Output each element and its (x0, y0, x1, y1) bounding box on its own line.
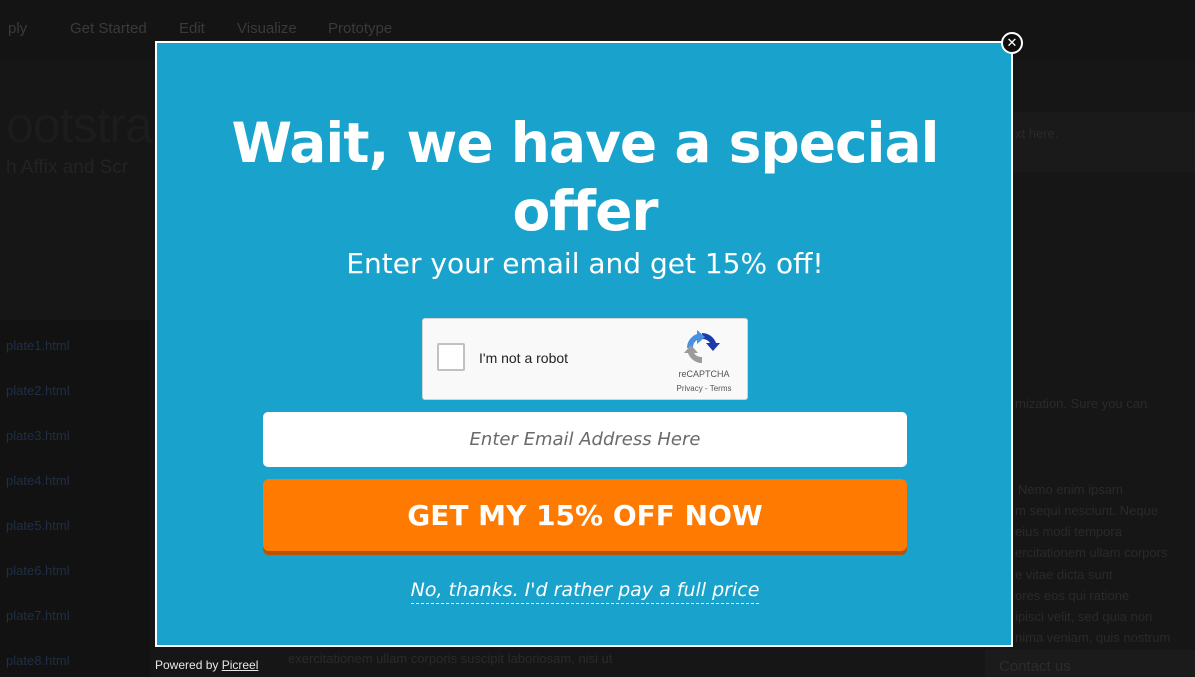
background-link: plate4.html (6, 473, 70, 488)
background-text: eius modi tempora (1015, 524, 1122, 539)
close-icon: ✕ (1006, 35, 1018, 51)
background-text: xt here. (1015, 126, 1059, 141)
background-link: plate8.html (6, 653, 70, 668)
background-link: plate1.html (6, 338, 70, 353)
background-link: plate5.html (6, 518, 70, 533)
nav-item: Prototype (328, 20, 393, 37)
nav-item: ply (8, 20, 28, 37)
get-discount-button[interactable]: GET MY 15% OFF NOW (263, 479, 907, 551)
background-link: plate7.html (6, 608, 70, 623)
background-text: Nemo enim ipsam (1018, 482, 1123, 497)
recaptcha-terms-link[interactable]: Privacy - Terms (669, 384, 739, 393)
background-link: plate3.html (6, 428, 70, 443)
nav-item: Visualize (237, 20, 297, 37)
background-text: exercitationem ullam corporis suscipit l… (288, 651, 613, 666)
background-title: ootstra (6, 97, 153, 153)
close-button[interactable]: ✕ (1001, 32, 1023, 54)
background-text: nima veniam, quis nostrum (1015, 630, 1171, 645)
recaptcha-icon (684, 330, 720, 363)
recaptcha-brand: reCAPTCHA (678, 369, 730, 379)
background-link: plate6.html (6, 563, 70, 578)
background-text: e vitae dicta sunt (1015, 567, 1113, 582)
background-text: ores eos qui ratione (1015, 588, 1130, 603)
background-subtitle: h Affix and Scr (6, 157, 129, 178)
contact-label: Contact us (999, 658, 1071, 675)
background-sidebar (0, 320, 150, 677)
offer-popup: Wait, we have a special offer Enter your… (155, 41, 1013, 647)
recaptcha-label: I'm not a robot (479, 350, 569, 366)
decline-link[interactable]: No, thanks. I'd rather pay a full price (410, 579, 760, 604)
background-text: m sequi nesciunt. Neque (1015, 503, 1159, 518)
nav-item: Edit (179, 20, 205, 37)
nav-item: Get Started (70, 20, 147, 37)
background-text: mization. Sure you can (1015, 396, 1148, 411)
decline-container: No, thanks. I'd rather pay a full price (263, 579, 907, 604)
popup-headline: Wait, we have a special offer (231, 111, 940, 243)
background-contact-header: Contact us (985, 650, 1195, 677)
background-text: ipisci velit, sed quia non (1015, 609, 1153, 624)
powered-by: Powered by Picreel (155, 658, 258, 672)
picreel-link[interactable]: Picreel (222, 658, 259, 672)
powered-prefix: Powered by (155, 658, 219, 672)
background-text: ercitationem ullam corpors (1015, 545, 1168, 560)
recaptcha-checkbox[interactable] (437, 343, 465, 371)
popup-subheadline: Enter your email and get 15% off! (346, 247, 824, 280)
background-link: plate2.html (6, 383, 70, 398)
recaptcha-widget: I'm not a robot reCAPTCHA Privacy - Term… (422, 318, 748, 400)
email-input[interactable] (263, 412, 907, 467)
